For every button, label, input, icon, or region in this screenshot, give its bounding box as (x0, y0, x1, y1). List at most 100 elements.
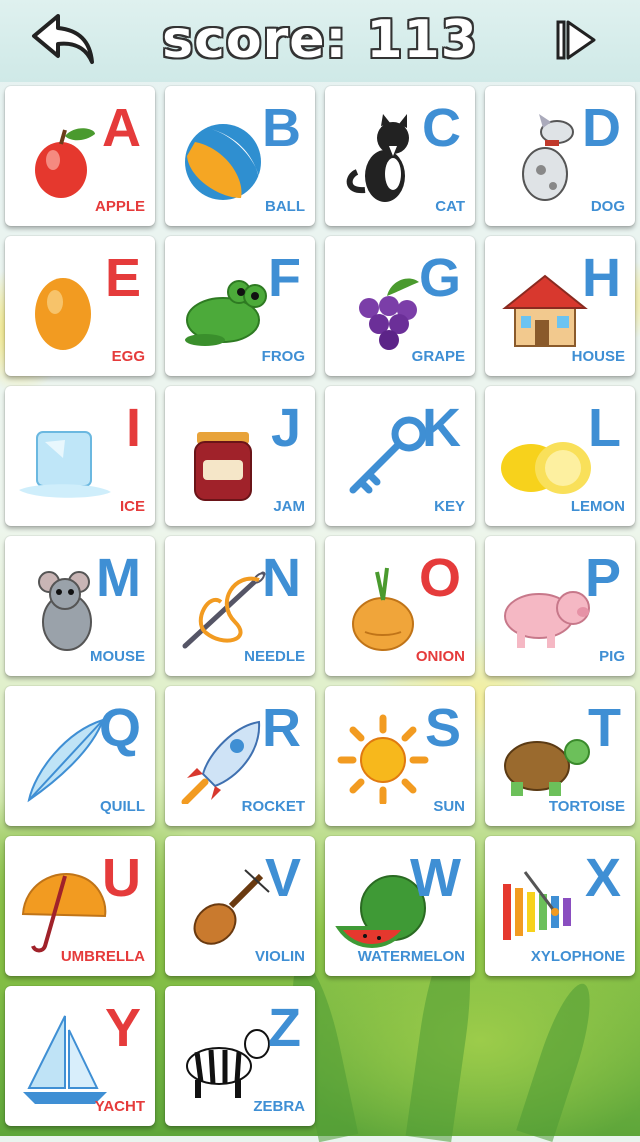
card-word: EGG (111, 348, 145, 365)
card-word: LEMON (570, 498, 625, 515)
card-letter: M (96, 548, 141, 608)
card-word: DOG (590, 198, 625, 215)
card-letter: U (102, 848, 141, 908)
card-word: ROCKET (241, 798, 305, 815)
card-word: GRAPE (411, 348, 465, 365)
house-icon (495, 262, 591, 354)
card-word: ONION (415, 648, 465, 665)
onion-icon (335, 562, 431, 654)
ice-icon (15, 412, 111, 504)
letter-card-v[interactable]: V VIOLIN (165, 836, 315, 976)
letter-card-c[interactable]: C CAT (325, 86, 475, 226)
card-letter: A (102, 98, 141, 158)
letter-card-z[interactable]: Z ZEBRA (165, 986, 315, 1126)
card-letter: Y (104, 998, 141, 1058)
card-word: ICE (119, 498, 145, 515)
letter-card-b[interactable]: B BALL (165, 86, 315, 226)
violin-icon (175, 862, 271, 954)
lemon-icon (495, 412, 591, 504)
card-word: JAM (273, 498, 305, 515)
card-letter: T (588, 698, 621, 758)
card-letter: Z (268, 998, 301, 1058)
letter-card-r[interactable]: R ROCKET (165, 686, 315, 826)
rocket-icon (175, 712, 271, 806)
card-letter: V (264, 848, 301, 908)
zebra-icon (175, 1012, 271, 1104)
card-word: PIG (599, 648, 625, 665)
frog-icon (175, 262, 271, 354)
apple-icon (15, 112, 111, 204)
cat-icon (335, 112, 431, 204)
card-letter: X (584, 848, 621, 908)
card-letter: N (262, 548, 301, 608)
card-word: ZEBRA (253, 1098, 305, 1115)
card-word: CAT (435, 198, 465, 215)
card-word: VIOLIN (254, 948, 305, 965)
card-word: WATERMELON (357, 948, 465, 965)
letter-card-i[interactable]: I ICE (5, 386, 155, 526)
alphabet-grid: A APPLE B BALL C CAT D DOG E EGG F FROG G GRAPE H HOUSE… (0, 0, 640, 1136)
card-word: MOUSE (89, 648, 145, 665)
card-letter: J (270, 398, 301, 458)
letter-card-o[interactable]: O ONION (325, 536, 475, 676)
card-word: YACHT (94, 1098, 145, 1115)
card-word: FROG (261, 348, 305, 365)
tortoise-icon (495, 712, 591, 804)
card-letter: Q (98, 698, 141, 758)
card-letter: R (262, 698, 301, 758)
card-letter: D (582, 98, 621, 158)
card-letter: I (125, 398, 141, 458)
card-letter: W (410, 848, 461, 908)
card-letter: S (424, 698, 461, 758)
letter-card-k[interactable]: K KEY (325, 386, 475, 526)
letter-card-x[interactable]: X XYLOPHONE (485, 836, 635, 976)
card-letter: P (584, 548, 621, 608)
letter-card-n[interactable]: N NEEDLE (165, 536, 315, 676)
card-word: APPLE (94, 198, 145, 215)
letter-card-t[interactable]: T TORTOISE (485, 686, 635, 826)
card-letter: H (582, 248, 621, 308)
needle-icon (175, 562, 271, 654)
yacht-icon (15, 1012, 111, 1104)
letter-card-u[interactable]: U UMBRELLA (5, 836, 155, 976)
jam-icon (175, 412, 271, 504)
card-letter: O (418, 548, 461, 608)
letter-card-j[interactable]: J JAM (165, 386, 315, 526)
letter-card-y[interactable]: Y YACHT (5, 986, 155, 1126)
letter-card-a[interactable]: A APPLE (5, 86, 155, 226)
letter-card-l[interactable]: L LEMON (485, 386, 635, 526)
card-word: TORTOISE (548, 798, 625, 815)
card-letter: L (588, 398, 621, 458)
key-icon (335, 412, 431, 504)
card-word: HOUSE (571, 348, 625, 365)
sun-icon (335, 712, 431, 806)
letter-card-m[interactable]: M MOUSE (5, 536, 155, 676)
dog-icon (495, 112, 591, 204)
card-word: UMBRELLA (60, 948, 145, 965)
card-letter: F (268, 248, 301, 308)
letter-card-w[interactable]: W WATERMELON (325, 836, 475, 976)
letter-card-p[interactable]: P PIG (485, 536, 635, 676)
card-letter: E (104, 248, 141, 308)
card-letter: C (422, 98, 461, 158)
egg-icon (15, 262, 111, 354)
ball-icon (175, 112, 271, 204)
letter-card-d[interactable]: D DOG (485, 86, 635, 226)
letter-card-e[interactable]: E EGG (5, 236, 155, 376)
card-word: XYLOPHONE (530, 948, 625, 965)
card-letter: B (262, 98, 301, 158)
letter-card-f[interactable]: F FROG (165, 236, 315, 376)
letter-card-h[interactable]: H HOUSE (485, 236, 635, 376)
xylophone-icon (495, 862, 591, 954)
letter-card-s[interactable]: S SUN (325, 686, 475, 826)
letter-card-g[interactable]: G GRAPE (325, 236, 475, 376)
card-word: BALL (265, 198, 305, 215)
letter-card-q[interactable]: Q QUILL (5, 686, 155, 826)
pig-icon (495, 562, 591, 654)
quill-icon (15, 712, 111, 804)
umbrella-icon (15, 862, 111, 954)
grape-icon (335, 262, 431, 354)
card-letter: G (418, 248, 461, 308)
card-word: NEEDLE (244, 648, 305, 665)
card-word: SUN (433, 798, 465, 815)
